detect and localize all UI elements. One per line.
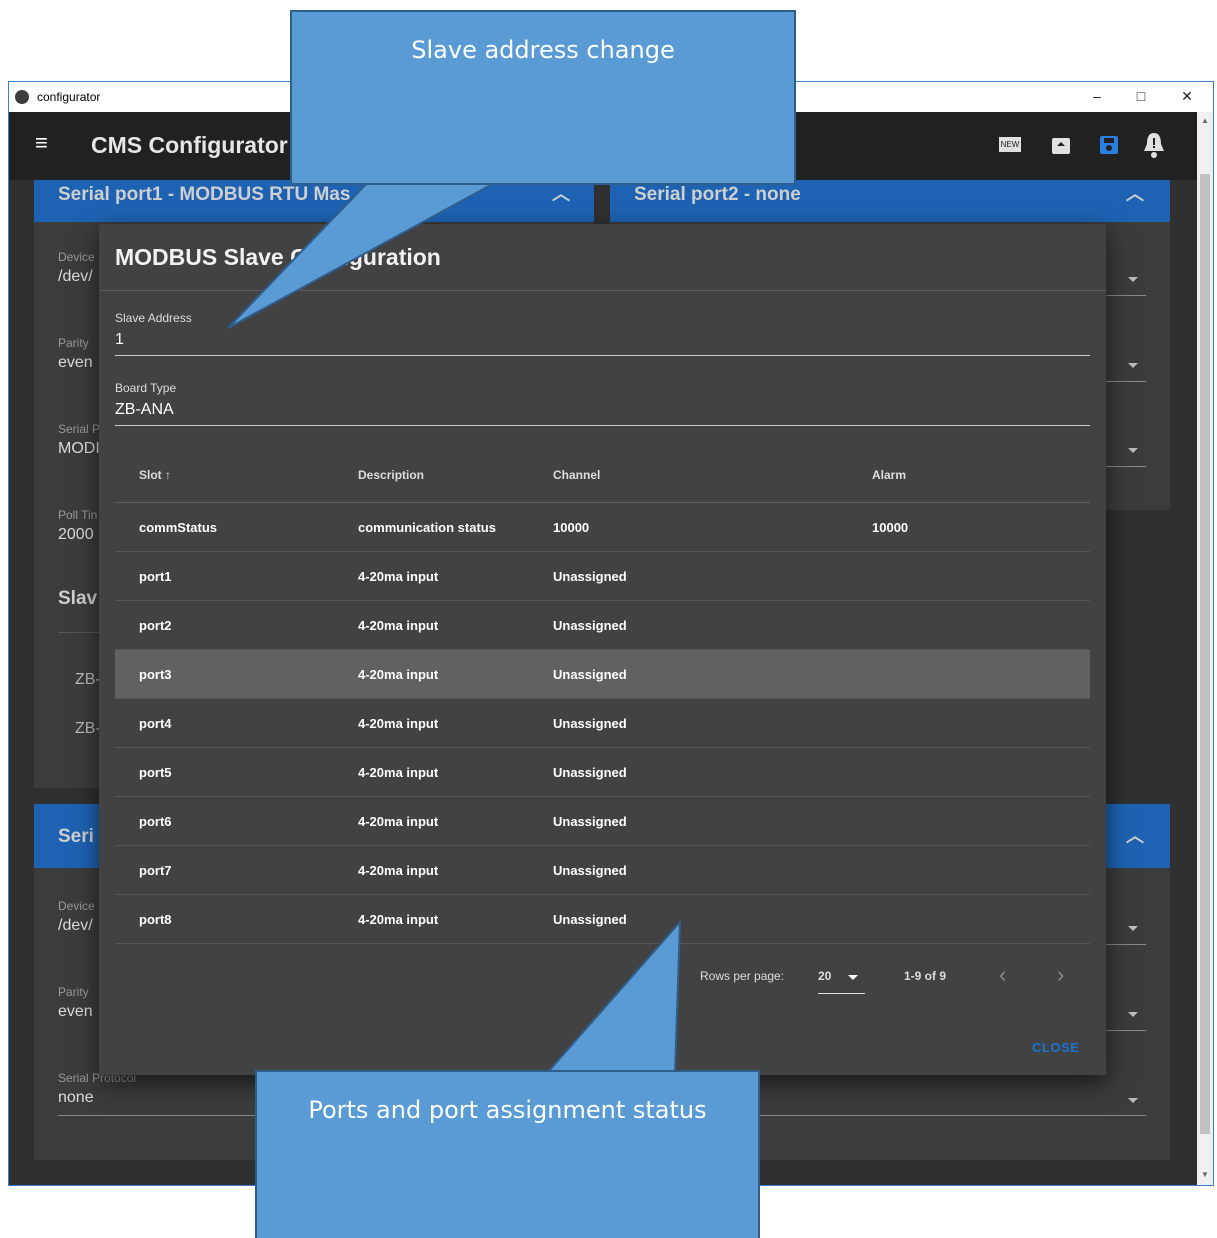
callout-text: Ports and port assignment status (308, 1096, 707, 1124)
callout-pointers (227, 179, 682, 1073)
callout-ports-status: Ports and port assignment status (255, 1070, 760, 1238)
callout-text: Slave address change (411, 36, 675, 64)
callout-slave-address: Slave address change (290, 10, 796, 185)
callout-pointer-bottom (545, 919, 682, 1073)
callout-pointer-top (227, 179, 501, 329)
